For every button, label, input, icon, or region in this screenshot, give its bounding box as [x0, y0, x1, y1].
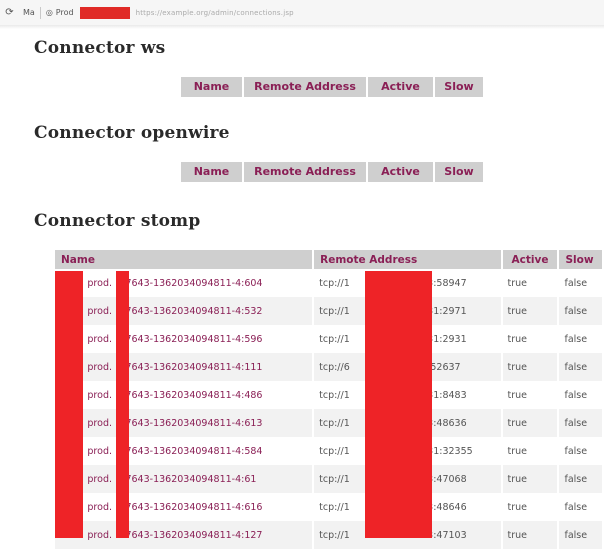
table-row: prod. -47643-1362034094811-4:604 tcp://1 13…: [55, 269, 604, 297]
connection-name-cell[interactable]: prod. -47643-1362034094811-4:584: [55, 437, 315, 465]
connection-name-cell[interactable]: prod. -47643-1362034094811-4:613: [55, 409, 315, 437]
connection-name-suffix: -47643-1362034094811-4:127: [116, 529, 263, 541]
connection-name-cell[interactable]: prod. -47643-1362034094811-4:127: [55, 521, 315, 549]
redaction-block-address: [365, 271, 432, 538]
section-title-ws: Connector ws: [34, 38, 166, 58]
ws-col-name[interactable]: Name: [181, 77, 244, 97]
table-row: prod. -47643-1362034094811-4:584 tcp://1 13…: [55, 437, 604, 465]
table-row: prod. -47643-1362034094811-4:61 tcp://1 13:…: [55, 465, 604, 493]
refresh-icon[interactable]: ⟳: [4, 7, 15, 18]
active-cell: true: [501, 297, 560, 325]
slow-cell: false: [558, 381, 604, 409]
active-cell: true: [501, 465, 560, 493]
connection-name-cell[interactable]: prod. -47643-1362034094811-4:61: [55, 465, 315, 493]
remote-address-prefix: tcp://1: [319, 333, 350, 345]
toolbar-divider: [39, 6, 41, 19]
stomp-col-slow[interactable]: Slow: [558, 250, 604, 269]
toolbar-shadow: [0, 25, 604, 29]
globe-icon: ◎: [45, 8, 53, 17]
connection-name-suffix: -47643-1362034094811-4:584: [116, 445, 263, 457]
connection-name-suffix: -47643-1362034094811-4:61: [116, 473, 257, 485]
remote-address-prefix: tcp://1: [319, 473, 350, 485]
table-row: prod. -47643-1362034094811-4:127 tcp://1 13…: [55, 521, 604, 549]
slow-cell: false: [558, 269, 604, 297]
remote-address-prefix: tcp://1: [319, 389, 350, 401]
connection-name-suffix: -47643-1362034094811-4:616: [116, 501, 263, 513]
openwire-col-active[interactable]: Active: [368, 162, 435, 182]
connection-name-cell[interactable]: prod. -47643-1362034094811-4:532: [55, 297, 315, 325]
connection-name-suffix: -47643-1362034094811-4:486: [116, 389, 263, 401]
slow-cell: false: [558, 465, 604, 493]
slow-cell: false: [558, 437, 604, 465]
table-row: prod. -47643-1362034094811-4:596 tcp://1 13…: [55, 325, 604, 353]
active-cell: true: [501, 437, 560, 465]
browser-tab[interactable]: Ma: [23, 8, 35, 17]
active-cell: true: [501, 493, 560, 521]
openwire-col-remote-address[interactable]: Remote Address: [244, 162, 368, 182]
table-row: prod. -47643-1362034094811-4:486 tcp://1 13…: [55, 381, 604, 409]
tab2-label: Prod: [55, 8, 74, 17]
connection-name-cell[interactable]: prod. -47643-1362034094811-4:604: [55, 269, 315, 297]
remote-address-prefix: tcp://1: [319, 305, 350, 317]
openwire-col-name[interactable]: Name: [181, 162, 244, 182]
connection-name-suffix: -47643-1362034094811-4:604: [116, 277, 263, 289]
table-row: prod. -47643-1362034094811-4:111 tcp://6 0:…: [55, 353, 604, 381]
active-cell: true: [501, 381, 560, 409]
stomp-col-active[interactable]: Active: [501, 250, 560, 269]
tab-label: Ma: [23, 8, 35, 17]
slow-cell: false: [558, 297, 604, 325]
connection-name-suffix: -47643-1362034094811-4:613: [116, 417, 263, 429]
table-row: prod. -47643-1362034094811-4:616 tcp://1 13…: [55, 493, 604, 521]
stomp-table-header: Name Remote Address Active Slow: [55, 250, 604, 269]
remote-address-prefix: tcp://6: [319, 361, 350, 373]
remote-address-prefix: tcp://1: [319, 501, 350, 513]
redaction-block-left: [55, 271, 83, 538]
ws-table-header: Name Remote Address Active Slow: [181, 77, 485, 97]
section-title-openwire: Connector openwire: [34, 123, 230, 143]
address-bar-text[interactable]: https://example.org/admin/connections.js…: [136, 9, 294, 17]
openwire-col-slow[interactable]: Slow: [435, 162, 485, 182]
stomp-connections-table: Name Remote Address Active Slow prod. -47…: [55, 250, 604, 549]
ws-col-slow[interactable]: Slow: [435, 77, 485, 97]
connection-name-cell[interactable]: prod. -47643-1362034094811-4:596: [55, 325, 315, 353]
slow-cell: false: [558, 353, 604, 381]
browser-tab-2[interactable]: ◎ Prod: [46, 8, 74, 17]
ws-col-active[interactable]: Active: [368, 77, 435, 97]
section-title-stomp: Connector stomp: [34, 211, 201, 231]
slow-cell: false: [558, 325, 604, 353]
table-row: prod. -47643-1362034094811-4:613 tcp://1 13…: [55, 409, 604, 437]
redaction-block-middle: [116, 271, 129, 538]
connection-name-suffix: -47643-1362034094811-4:596: [116, 333, 263, 345]
slow-cell: false: [558, 493, 604, 521]
remote-address-prefix: tcp://1: [319, 529, 350, 541]
slow-cell: false: [558, 521, 604, 549]
active-cell: true: [501, 409, 560, 437]
remote-address-prefix: tcp://1: [319, 277, 350, 289]
openwire-table-header: Name Remote Address Active Slow: [181, 162, 485, 182]
connection-name-cell[interactable]: prod. -47643-1362034094811-4:111: [55, 353, 315, 381]
active-cell: true: [501, 353, 560, 381]
stomp-table-body: prod. -47643-1362034094811-4:604 tcp://1 13…: [55, 269, 604, 549]
redacted-url-block: [79, 6, 130, 19]
browser-toolbar: ⟳ Ma ◎ Prod https://example.org/admin/co…: [0, 0, 604, 26]
active-cell: true: [501, 521, 560, 549]
connection-name-suffix: -47643-1362034094811-4:532: [116, 305, 263, 317]
connection-name-cell[interactable]: prod. -47643-1362034094811-4:616: [55, 493, 315, 521]
active-cell: true: [501, 269, 560, 297]
table-row: prod. -47643-1362034094811-4:532 tcp://1 13…: [55, 297, 604, 325]
stomp-col-name[interactable]: Name: [55, 250, 315, 269]
stomp-col-remote-address[interactable]: Remote Address: [313, 250, 503, 269]
slow-cell: false: [558, 409, 604, 437]
remote-address-prefix: tcp://1: [319, 445, 350, 457]
connection-name-cell[interactable]: prod. -47643-1362034094811-4:486: [55, 381, 315, 409]
connection-name-suffix: -47643-1362034094811-4:111: [116, 361, 263, 373]
active-cell: true: [501, 325, 560, 353]
remote-address-prefix: tcp://1: [319, 417, 350, 429]
ws-col-remote-address[interactable]: Remote Address: [244, 77, 368, 97]
